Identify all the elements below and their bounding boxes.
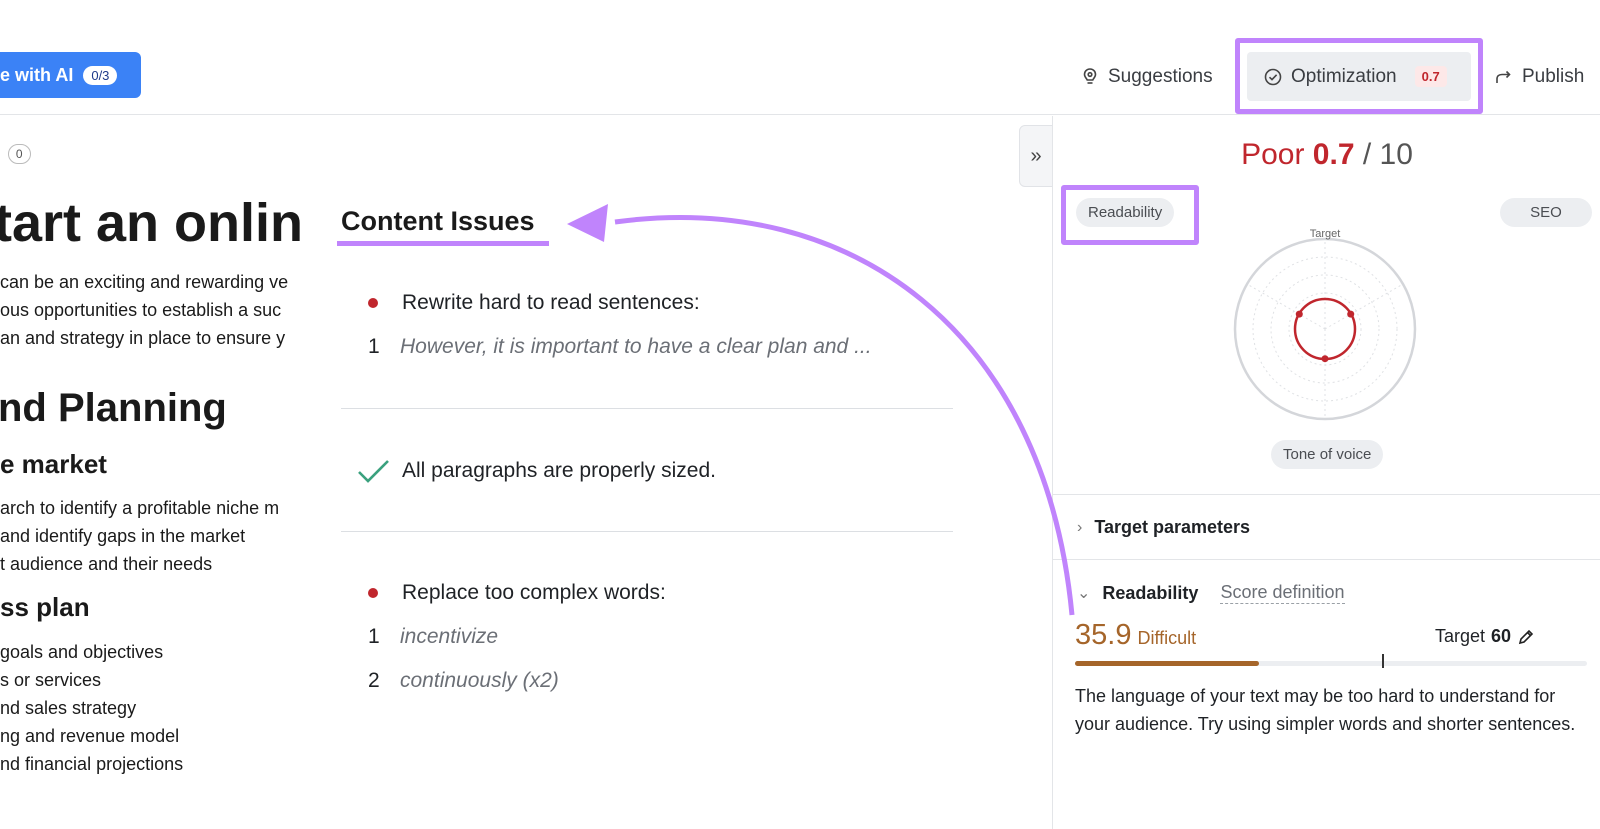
issue-item-number: 1	[368, 625, 380, 648]
document-title[interactable]: tart an onlin	[0, 192, 303, 254]
publish-button[interactable]: Publish	[1494, 62, 1584, 92]
issue-title: Rewrite hard to read sentences:	[402, 291, 700, 314]
target-label: Target	[1435, 626, 1486, 646]
lightbulb-icon	[1083, 68, 1097, 84]
score-definition-link[interactable]: Score definition	[1220, 582, 1345, 604]
list-item: nd financial projections	[0, 754, 184, 774]
publish-label: Publish	[1522, 66, 1585, 87]
issue-title: All paragraphs are properly sized.	[402, 459, 716, 482]
issue-title: Replace too complex words:	[402, 581, 666, 604]
target-parameters-section: › Target parameters	[1053, 494, 1600, 537]
list-item: t audience and their needs	[0, 554, 213, 574]
ai-usage-count: 0/3	[83, 65, 118, 85]
readability-progress-bar	[1075, 654, 1587, 668]
intro-paragraph[interactable]: can be an exciting and rewarding ve ous …	[0, 268, 288, 352]
tab-suggestions[interactable]: Suggestions	[1080, 62, 1213, 92]
list-item: nd sales strategy	[0, 698, 137, 718]
error-dot-icon	[368, 588, 378, 598]
chevron-down-icon: ⌄	[1077, 585, 1091, 602]
list-item: goals and objectives	[0, 642, 164, 662]
score-max: / 10	[1362, 138, 1413, 171]
issue-hard-sentences: Rewrite hard to read sentences: 1 Howeve…	[368, 281, 948, 369]
issue-item[interactable]: 1 incentivize	[368, 615, 948, 659]
intro-line: can be an exciting and rewarding ve	[0, 272, 289, 292]
target-parameters-label: Target parameters	[1094, 517, 1251, 537]
issues-divider	[341, 531, 953, 532]
radar-value-dot	[1347, 310, 1355, 318]
tone-of-voice-pill[interactable]: Tone of voice	[1271, 440, 1384, 469]
readability-description: The language of your text may be too har…	[1075, 686, 1576, 734]
issue-item[interactable]: 1 However, it is important to have a cle…	[368, 325, 948, 369]
issue-paragraph-size: All paragraphs are properly sized.	[358, 449, 948, 493]
readability-toggle[interactable]: ⌄ Readability Score definition	[1077, 582, 1345, 604]
issue-item-number: 1	[368, 335, 380, 358]
editor-counter: : 0	[0, 144, 31, 164]
error-dot-icon	[368, 298, 378, 308]
overall-score: Poor 0.7 / 10	[1053, 138, 1600, 172]
target-parameters-toggle[interactable]: › Target parameters	[1077, 517, 1250, 538]
list-item: arch to identify a profitable niche m	[0, 498, 280, 518]
write-with-ai-button[interactable]: e with AI 0/3	[0, 52, 141, 98]
chevron-right-icon: ›	[1077, 518, 1083, 536]
issue-item-text: continuously (x2)	[400, 669, 559, 692]
readability-target-marker	[1382, 654, 1385, 668]
subheading-plan[interactable]: ss plan	[0, 592, 90, 623]
issue-item[interactable]: 2 continuously (x2)	[368, 659, 948, 703]
counter-value: 0	[7, 144, 31, 164]
readability-highlight-box	[1061, 185, 1199, 245]
list-item: and identify gaps in the market	[0, 526, 246, 546]
plan-list[interactable]: goals and objectives s or services nd sa…	[0, 638, 183, 778]
radar-value-dot	[1295, 310, 1303, 318]
readability-label: Readability	[1102, 582, 1199, 603]
score-word: Poor	[1241, 138, 1305, 171]
issue-complex-words: Replace too complex words: 1 incentivize…	[368, 571, 948, 703]
issue-item-text: incentivize	[400, 625, 499, 648]
checkmark-icon	[358, 460, 389, 483]
document-editor[interactable]: : 0 tart an onlin can be an exciting and…	[0, 116, 318, 829]
subheading-market[interactable]: e market	[0, 449, 107, 480]
suggestions-label: Suggestions	[1108, 66, 1213, 87]
score-radar-chart: Target	[1233, 229, 1417, 421]
pencil-icon[interactable]	[1517, 628, 1535, 646]
market-list[interactable]: arch to identify a profitable niche m an…	[0, 494, 279, 578]
score-value: 0.7	[1312, 138, 1355, 171]
double-chevron-right-icon: »	[1030, 144, 1042, 167]
list-item: ng and revenue model	[0, 726, 180, 746]
intro-line: an and strategy in place to ensure y	[0, 328, 286, 348]
issue-item-number: 2	[368, 669, 380, 692]
optimization-highlight-box	[1235, 38, 1483, 114]
target-value: 60	[1491, 626, 1512, 646]
radar-value-dot	[1321, 355, 1329, 363]
radar-target-label: Target	[1310, 229, 1341, 240]
content-issues-underline	[337, 241, 549, 246]
content-issues-title: Content Issues	[341, 206, 535, 236]
seo-pill[interactable]: SEO	[1500, 198, 1592, 227]
section-heading[interactable]: nd Planning	[0, 386, 227, 431]
readability-level: Difficult	[1137, 628, 1197, 648]
share-arrow-icon	[1496, 70, 1511, 83]
list-item: s or services	[0, 670, 102, 690]
issue-item-text: However, it is important to have a clear…	[400, 335, 872, 358]
readability-target: Target 60	[1435, 626, 1535, 647]
collapse-panel-button[interactable]: »	[1019, 125, 1053, 187]
issues-divider	[341, 408, 953, 409]
readability-section: ⌄ Readability Score definition	[1053, 559, 1600, 604]
ai-button-label: e with AI	[0, 64, 74, 85]
readability-score: 35.9 Difficult	[1075, 619, 1196, 652]
readability-score-value: 35.9	[1075, 619, 1132, 651]
intro-line: ous opportunities to establish a suc	[0, 300, 282, 320]
readability-progress-fill	[1075, 661, 1259, 666]
